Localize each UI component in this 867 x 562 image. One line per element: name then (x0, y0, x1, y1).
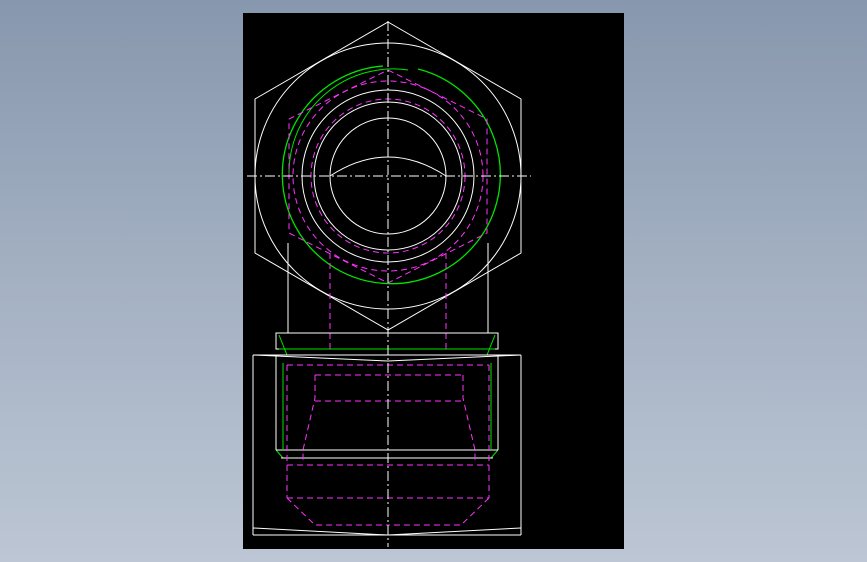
collar-thread-right (486, 334, 496, 356)
body-top-edge (252, 354, 522, 362)
hidden-chamfer-left (286, 497, 388, 526)
hidden-counterbore-left (302, 375, 316, 461)
thread-relief-left (275, 449, 284, 459)
front-view (252, 332, 522, 536)
body-bottom-edge (252, 527, 522, 536)
collar-thread-left (278, 334, 288, 356)
thread-relief-right (490, 449, 499, 459)
hidden-chamfer-right (388, 497, 490, 526)
hidden-counterbore-right (462, 375, 476, 461)
collar-rect (275, 332, 499, 350)
cad-drawing-viewport[interactable] (243, 13, 624, 549)
